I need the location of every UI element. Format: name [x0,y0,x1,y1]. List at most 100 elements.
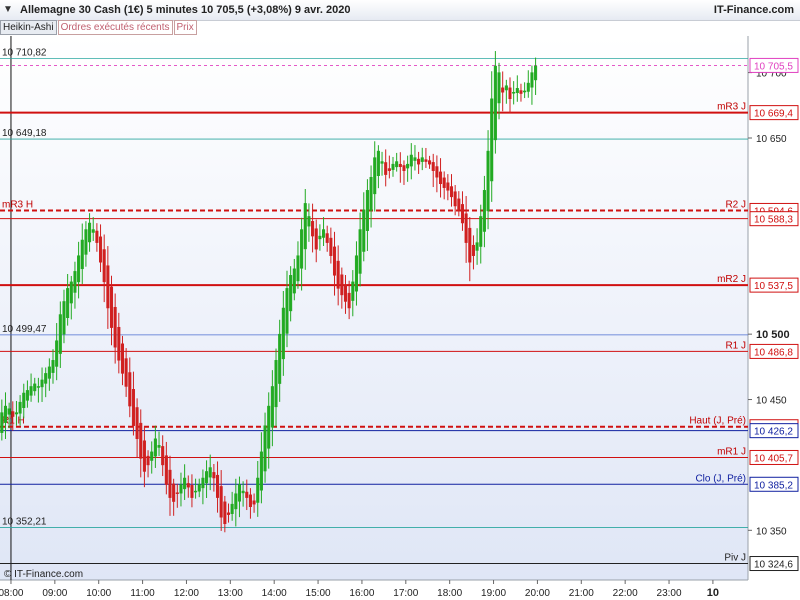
candle-body [380,161,384,164]
level-label: mR3 J [717,102,746,113]
candle-body [7,408,11,415]
candle-body [292,268,296,294]
copyright-notice: © IT-Finance.com [4,569,84,580]
candle-body [14,412,18,415]
price-chart[interactable]: 10 70010 65010 50010 45010 35008:00 09:00… [0,0,800,600]
candle-body [457,198,461,211]
candle-body [219,486,223,518]
candle-body [475,242,479,251]
candle-body [263,425,267,472]
candle-body [398,163,402,168]
candle-body [168,469,172,498]
candle-body [117,326,121,361]
candle-body [259,451,263,491]
candle-body [325,233,329,243]
candle-body [212,472,216,479]
x-tick-label: 13:00 [218,588,243,599]
candle-body [241,490,245,494]
candle-body [223,501,227,525]
candle-body [113,306,117,348]
candle-body [512,91,516,94]
candle-body [289,275,293,312]
x-tick-label: 08:00 [0,588,24,599]
candle-body [55,340,59,367]
candle-body [66,288,70,319]
candle-body [29,386,33,396]
candle-body [278,333,282,384]
candle-body [362,209,366,252]
candle-body [530,72,534,88]
candle-body [252,500,256,505]
candle-body [442,177,446,188]
candle-body [3,405,8,423]
candle-body [91,229,95,233]
candle-body [519,90,523,94]
candle-body [281,307,285,360]
candle-body [365,190,369,231]
price-tag-label: 10 486,8 [754,347,793,358]
candle-body [336,260,340,289]
candle-body [190,485,194,498]
x-tick-label: 11:00 [130,588,155,599]
candle-body [25,390,29,401]
price-tag-label: 10 705,5 [754,61,793,72]
x-tick-label: 12:00 [174,588,199,599]
candle-body [172,483,176,502]
candle-body [424,159,428,162]
candle-body [245,491,249,498]
x-tick-label: 14:00 [262,588,287,599]
candle-body [47,366,51,379]
candle-body [504,85,508,91]
candle-body [391,163,395,170]
candle-body [146,455,150,466]
candle-body [431,162,435,171]
candle-body [428,160,432,165]
candle-body [493,65,497,141]
candle-body [449,186,454,198]
level-label: Clo (J, Pré) [695,473,746,484]
candle-body [402,165,406,171]
candle-body [135,407,139,440]
level-label: mR1 J [717,446,746,457]
candle-body [285,288,289,334]
candle-body [109,286,114,328]
price-tag-label: 10 405,7 [754,453,793,464]
left-value-label: 10 649,18 [2,128,47,139]
left-value-label: 10 352,21 [2,516,47,527]
candle-body [318,235,322,240]
candle-body [534,65,538,81]
candle-body [387,168,391,171]
candle-body [18,401,22,414]
candle-body [369,176,373,211]
candle-body [358,229,362,274]
candle-body [413,157,417,161]
x-tick-label: 22:00 [613,588,638,599]
candle-body [471,244,475,256]
candle-body [256,477,260,503]
candle-body [329,237,333,256]
candle-body [460,204,465,224]
candle-body [88,222,92,243]
x-tick-label: 16:00 [349,588,374,599]
candle-body [102,249,106,283]
candle-body [150,451,154,461]
candle-body [69,281,73,304]
candle-body [84,229,88,255]
candle-body [307,216,311,227]
candle-body [409,154,413,167]
candle-body [322,229,326,238]
candle-body [373,157,377,195]
price-tag-label: 10 385,2 [754,480,793,491]
candle-body [142,440,146,472]
price-tag-label: 10 669,4 [754,109,793,120]
candle-body [508,87,512,100]
candle-body [80,239,84,270]
candle-body [526,82,530,92]
candle-body [62,301,66,335]
candle-body [161,446,165,466]
candle-body [490,98,494,182]
candle-body [153,438,157,457]
candle-body [230,503,234,514]
candle-body [420,157,424,162]
candle-body [51,360,55,373]
